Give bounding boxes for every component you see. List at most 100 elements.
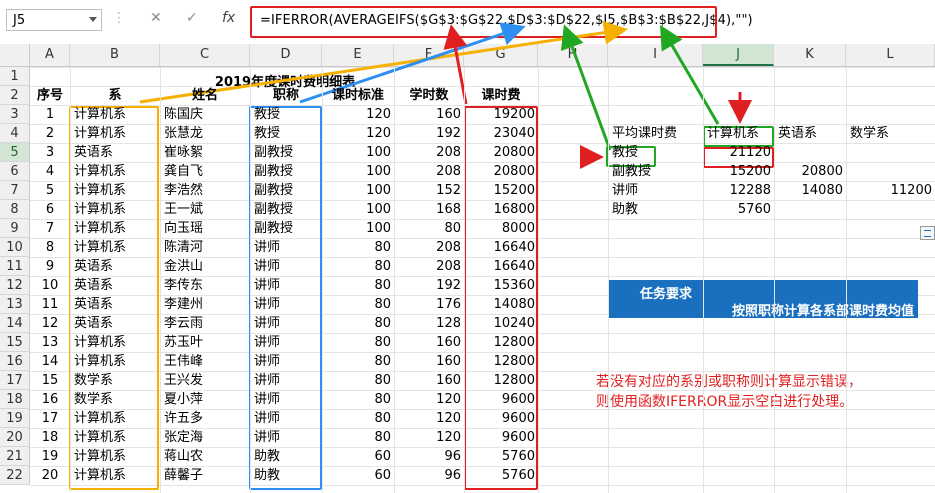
- table-cell[interactable]: 100: [322, 162, 394, 181]
- table-cell[interactable]: 讲师: [250, 257, 322, 276]
- table-cell[interactable]: 讲师: [250, 333, 322, 352]
- table-cell[interactable]: 208: [394, 143, 464, 162]
- summary-value[interactable]: [774, 143, 846, 162]
- table-cell[interactable]: 金洪山: [160, 257, 250, 276]
- table-cell[interactable]: 王兴发: [160, 371, 250, 390]
- row-header-11[interactable]: 11: [0, 257, 30, 276]
- row-header-20[interactable]: 20: [0, 428, 30, 447]
- table-cell[interactable]: 20800: [464, 162, 538, 181]
- table-cell[interactable]: 王伟峰: [160, 352, 250, 371]
- table-cell[interactable]: 208: [394, 257, 464, 276]
- table-cell[interactable]: 数学系: [70, 390, 160, 409]
- table-cell[interactable]: 教授: [250, 124, 322, 143]
- table-cell[interactable]: 讲师: [250, 390, 322, 409]
- table-cell[interactable]: 80: [322, 352, 394, 371]
- table-cell[interactable]: 160: [394, 371, 464, 390]
- table-cell[interactable]: 20800: [464, 143, 538, 162]
- summary-title[interactable]: 助教: [612, 200, 638, 219]
- table-cell[interactable]: 5760: [464, 447, 538, 466]
- table-cell[interactable]: 讲师: [250, 371, 322, 390]
- summary-title[interactable]: 讲师: [612, 181, 638, 200]
- summary-value[interactable]: 15200: [703, 162, 774, 181]
- row-header-4[interactable]: 4: [0, 124, 30, 143]
- table-cell[interactable]: 副教授: [250, 200, 322, 219]
- table-cell[interactable]: 80: [322, 238, 394, 257]
- summary-value[interactable]: 12288: [703, 181, 774, 200]
- summary-value[interactable]: [846, 162, 935, 181]
- row-header-18[interactable]: 18: [0, 390, 30, 409]
- table-cell[interactable]: 8000: [464, 219, 538, 238]
- row-header-5[interactable]: 5: [0, 143, 30, 162]
- row-header-19[interactable]: 19: [0, 409, 30, 428]
- table-cell[interactable]: 讲师: [250, 314, 322, 333]
- table-cell[interactable]: 80: [322, 314, 394, 333]
- table-cell[interactable]: 60: [322, 466, 394, 485]
- table-cell[interactable]: 5760: [464, 466, 538, 485]
- summary-value[interactable]: 5760: [703, 200, 774, 219]
- summary-dept-header[interactable]: 英语系: [778, 124, 817, 143]
- table-cell[interactable]: 100: [322, 143, 394, 162]
- table-cell[interactable]: 计算机系: [70, 238, 160, 257]
- table-cell[interactable]: 5: [30, 181, 70, 200]
- table-cell[interactable]: 208: [394, 238, 464, 257]
- table-cell[interactable]: 9: [30, 257, 70, 276]
- table-cell[interactable]: 副教授: [250, 181, 322, 200]
- table-cell[interactable]: 讲师: [250, 352, 322, 371]
- summary-value[interactable]: 14080: [774, 181, 846, 200]
- table-cell[interactable]: 计算机系: [70, 162, 160, 181]
- table-cell[interactable]: 120: [394, 390, 464, 409]
- table-cell[interactable]: 计算机系: [70, 124, 160, 143]
- table-cell[interactable]: 助教: [250, 466, 322, 485]
- table-cell[interactable]: 19: [30, 447, 70, 466]
- table-cell[interactable]: 讲师: [250, 295, 322, 314]
- table-cell[interactable]: 100: [322, 219, 394, 238]
- table-cell[interactable]: 夏小萍: [160, 390, 250, 409]
- table-cell[interactable]: 讲师: [250, 238, 322, 257]
- table-cell[interactable]: 数学系: [70, 371, 160, 390]
- table-cell[interactable]: 2: [30, 124, 70, 143]
- table-cell[interactable]: 80: [322, 390, 394, 409]
- table-cell[interactable]: 崔咏絮: [160, 143, 250, 162]
- table-cell[interactable]: 80: [322, 295, 394, 314]
- table-cell[interactable]: 英语系: [70, 257, 160, 276]
- table-cell[interactable]: 80: [394, 219, 464, 238]
- summary-title[interactable]: 副教授: [612, 162, 651, 181]
- table-cell[interactable]: 11: [30, 295, 70, 314]
- table-cell[interactable]: 7: [30, 219, 70, 238]
- table-cell[interactable]: 80: [322, 371, 394, 390]
- table-cell[interactable]: 80: [322, 428, 394, 447]
- summary-title[interactable]: 教授: [612, 143, 638, 162]
- table-cell[interactable]: 计算机系: [70, 466, 160, 485]
- table-cell[interactable]: 讲师: [250, 428, 322, 447]
- table-cell[interactable]: 计算机系: [70, 219, 160, 238]
- summary-value[interactable]: 21120: [703, 143, 774, 162]
- table-cell[interactable]: 李建州: [160, 295, 250, 314]
- table-cell[interactable]: 英语系: [70, 314, 160, 333]
- table-cell[interactable]: 副教授: [250, 162, 322, 181]
- table-cell[interactable]: 20: [30, 466, 70, 485]
- table-cell[interactable]: 4: [30, 162, 70, 181]
- table-cell[interactable]: 80: [322, 333, 394, 352]
- table-cell[interactable]: 计算机系: [70, 447, 160, 466]
- row-header-3[interactable]: 3: [0, 105, 30, 124]
- table-cell[interactable]: 12800: [464, 352, 538, 371]
- table-cell[interactable]: 陈国庆: [160, 105, 250, 124]
- summary-dept-header[interactable]: 计算机系: [707, 124, 759, 143]
- table-cell[interactable]: 100: [322, 200, 394, 219]
- table-cell[interactable]: 15200: [464, 181, 538, 200]
- table-cell[interactable]: 160: [394, 352, 464, 371]
- table-cell[interactable]: 英语系: [70, 276, 160, 295]
- table-cell[interactable]: 副教授: [250, 219, 322, 238]
- row-header-1[interactable]: 1: [0, 67, 30, 86]
- table-cell[interactable]: 160: [394, 333, 464, 352]
- table-cell[interactable]: 10: [30, 276, 70, 295]
- table-cell[interactable]: 12: [30, 314, 70, 333]
- table-cell[interactable]: 16640: [464, 238, 538, 257]
- table-cell[interactable]: 18: [30, 428, 70, 447]
- table-cell[interactable]: 讲师: [250, 409, 322, 428]
- table-cell[interactable]: 9600: [464, 428, 538, 447]
- table-cell[interactable]: 张慧龙: [160, 124, 250, 143]
- table-cell[interactable]: 100: [322, 181, 394, 200]
- table-cell[interactable]: 英语系: [70, 143, 160, 162]
- row-header-13[interactable]: 13: [0, 295, 30, 314]
